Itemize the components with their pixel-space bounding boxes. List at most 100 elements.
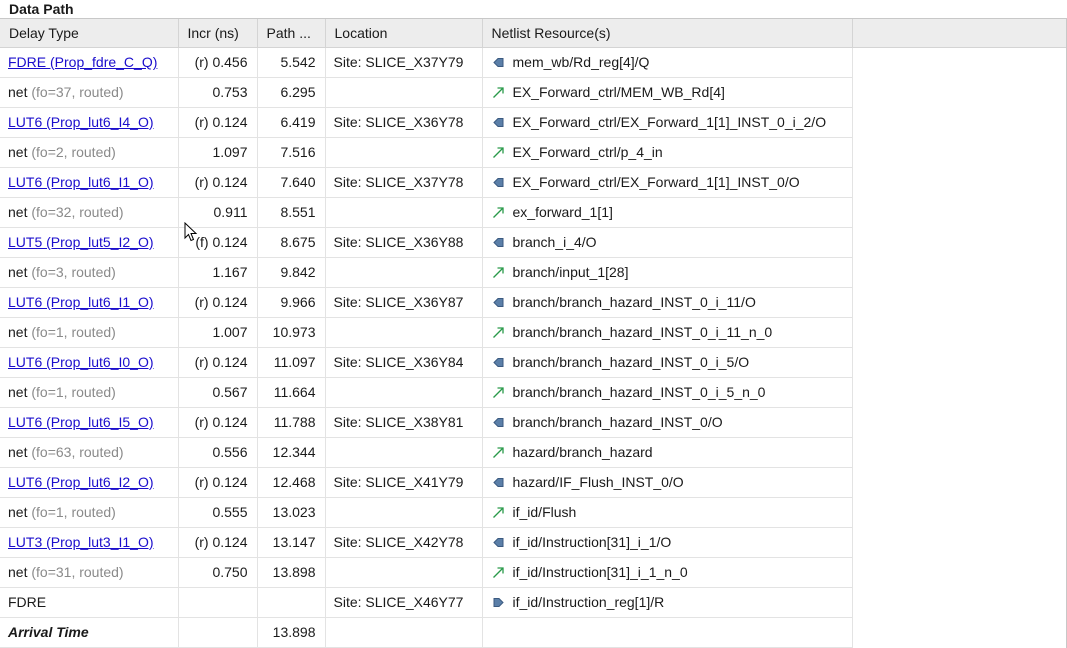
table-row[interactable]: LUT6 (Prop_lut6_I1_O) (r) 0.124 9.966 Site:…: [0, 287, 1066, 318]
net-arrow-icon: [492, 264, 513, 280]
delay-type-link[interactable]: LUT6 (Prop_lut6_I1_O): [8, 174, 154, 190]
table-row[interactable]: net (fo=1, routed) 1.007 10.973 branch/bran…: [0, 317, 1066, 348]
netlist-resource-label[interactable]: EX_Forward_ctrl/EX_Forward_1[1]_INST_0/O: [513, 174, 800, 190]
incr-cell: (f) 0.124: [178, 227, 258, 258]
table-row[interactable]: Arrival Time 13.898: [0, 617, 1066, 648]
delay-type-link[interactable]: LUT6 (Prop_lut6_I4_O): [8, 114, 154, 130]
location-cell: Site: SLICE_X41Y79: [325, 467, 483, 498]
table-row[interactable]: net (fo=1, routed) 0.555 13.023 if_id/Flush: [0, 497, 1066, 528]
table-body: FDRE (Prop_fdre_C_Q) (r) 0.456 5.542 Site: …: [0, 47, 1066, 648]
column-header-location[interactable]: Location: [325, 19, 483, 48]
path-cell: 12.344: [257, 437, 326, 468]
data-path-table-container: Delay Type Incr (ns) Path ... Location N…: [0, 18, 1067, 648]
incr-cell: 0.567: [178, 377, 258, 408]
delay-type-link[interactable]: LUT3 (Prop_lut3_I1_O): [8, 534, 154, 550]
path-cell: 13.023: [257, 497, 326, 528]
output-pin-icon: [492, 534, 513, 550]
delay-type-link[interactable]: LUT5 (Prop_lut5_I2_O): [8, 234, 154, 250]
table-row[interactable]: net (fo=2, routed) 1.097 7.516 EX_Forward_c…: [0, 137, 1066, 168]
output-pin-icon: [492, 54, 513, 70]
fanout-info: (fo=37, routed): [31, 84, 124, 100]
delay-type-cell[interactable]: LUT3 (Prop_lut3_I1_O): [0, 527, 179, 558]
netlist-resource-cell: branch/branch_hazard_INST_0_i_11_n_0: [482, 317, 853, 348]
filler-cell: [852, 587, 1066, 617]
table-row[interactable]: net (fo=1, routed) 0.567 11.664 branch/bran…: [0, 377, 1066, 408]
netlist-resource-label[interactable]: branch/branch_hazard_INST_0_i_11_n_0: [513, 324, 773, 340]
delay-type-link[interactable]: FDRE (Prop_fdre_C_Q): [8, 54, 157, 70]
incr-cell: [178, 617, 258, 648]
netlist-resource-label[interactable]: mem_wb/Rd_reg[4]/Q: [513, 54, 650, 70]
table-row[interactable]: FDRE Site: SLICE_X46Y77 if_id/Instruction_…: [0, 587, 1066, 618]
delay-type-cell[interactable]: FDRE (Prop_fdre_C_Q): [0, 47, 179, 78]
delay-type-label: net: [8, 84, 28, 100]
arrival-time-label: Arrival Time: [8, 624, 89, 640]
column-header-path[interactable]: Path ...: [257, 19, 326, 48]
delay-type-cell[interactable]: LUT5 (Prop_lut5_I2_O): [0, 227, 179, 258]
fanout-info: (fo=63, routed): [31, 444, 124, 460]
table-row[interactable]: LUT6 (Prop_lut6_I5_O) (r) 0.124 11.788 Site…: [0, 407, 1066, 438]
netlist-resource-label[interactable]: hazard/IF_Flush_INST_0/O: [513, 474, 684, 490]
netlist-resource-label[interactable]: if_id/Flush: [513, 504, 577, 520]
filler-cell: [852, 47, 1066, 77]
table-row[interactable]: FDRE (Prop_fdre_C_Q) (r) 0.456 5.542 Site: …: [0, 47, 1066, 78]
fanout-info: (fo=2, routed): [31, 144, 116, 160]
netlist-resource-label[interactable]: if_id/Instruction_reg[1]/R: [513, 594, 665, 610]
delay-type-cell[interactable]: LUT6 (Prop_lut6_I4_O): [0, 107, 179, 138]
netlist-resource-label[interactable]: ex_forward_1[1]: [513, 204, 613, 220]
table-row[interactable]: net (fo=32, routed) 0.911 8.551 ex_forward_…: [0, 197, 1066, 228]
net-arrow-icon: [492, 84, 513, 100]
netlist-resource-label[interactable]: EX_Forward_ctrl/EX_Forward_1[1]_INST_0_i…: [513, 114, 827, 130]
location-cell: [325, 557, 483, 588]
table-row[interactable]: net (fo=3, routed) 1.167 9.842 branch/input…: [0, 257, 1066, 288]
netlist-resource-label[interactable]: branch/branch_hazard_INST_0_i_5/O: [513, 354, 750, 370]
filler-cell: [852, 197, 1066, 227]
table-row[interactable]: LUT6 (Prop_lut6_I0_O) (r) 0.124 11.097 Site…: [0, 347, 1066, 378]
netlist-resource-cell: mem_wb/Rd_reg[4]/Q: [482, 47, 853, 78]
incr-cell: (r) 0.456: [178, 47, 258, 78]
netlist-resource-label[interactable]: branch/branch_hazard_INST_0_i_5_n_0: [513, 384, 766, 400]
delay-type-cell[interactable]: LUT6 (Prop_lut6_I0_O): [0, 347, 179, 378]
location-cell: [325, 257, 483, 288]
output-pin-icon: [492, 474, 513, 490]
filler-cell: [852, 437, 1066, 467]
location-cell: [325, 317, 483, 348]
location-cell: Site: SLICE_X36Y88: [325, 227, 483, 258]
netlist-resource-cell: branch_i_4/O: [482, 227, 853, 258]
table-row[interactable]: LUT6 (Prop_lut6_I2_O) (r) 0.124 12.468 Site…: [0, 467, 1066, 498]
delay-type-cell[interactable]: LUT6 (Prop_lut6_I5_O): [0, 407, 179, 438]
table-row[interactable]: net (fo=31, routed) 0.750 13.898 if_id/Inst…: [0, 557, 1066, 588]
filler-cell: [852, 407, 1066, 437]
column-header-incr[interactable]: Incr (ns): [178, 19, 258, 48]
filler-cell: [852, 317, 1066, 347]
incr-cell: (r) 0.124: [178, 407, 258, 438]
table-row[interactable]: net (fo=37, routed) 0.753 6.295 EX_Forward_…: [0, 77, 1066, 108]
netlist-resource-label[interactable]: branch/branch_hazard_INST_0/O: [513, 414, 723, 430]
delay-type-cell[interactable]: LUT6 (Prop_lut6_I1_O): [0, 167, 179, 198]
header-row: Delay Type Incr (ns) Path ... Location N…: [0, 19, 1066, 48]
netlist-resource-label[interactable]: branch/branch_hazard_INST_0_i_11/O: [513, 294, 756, 310]
delay-type-cell[interactable]: LUT6 (Prop_lut6_I2_O): [0, 467, 179, 498]
delay-type-link[interactable]: LUT6 (Prop_lut6_I0_O): [8, 354, 154, 370]
delay-type-label: net: [8, 144, 28, 160]
netlist-resource-label[interactable]: branch/input_1[28]: [513, 264, 629, 280]
delay-type-cell[interactable]: LUT6 (Prop_lut6_I1_O): [0, 287, 179, 318]
netlist-resource-label[interactable]: hazard/branch_hazard: [513, 444, 653, 460]
delay-type-link[interactable]: LUT6 (Prop_lut6_I1_O): [8, 294, 154, 310]
table-row[interactable]: LUT5 (Prop_lut5_I2_O) (f) 0.124 8.675 Site:…: [0, 227, 1066, 258]
delay-type-link[interactable]: LUT6 (Prop_lut6_I2_O): [8, 474, 154, 490]
netlist-resource-label[interactable]: EX_Forward_ctrl/p_4_in: [513, 144, 663, 160]
netlist-resource-label[interactable]: if_id/Instruction[31]_i_1/O: [513, 534, 672, 550]
table-row[interactable]: LUT3 (Prop_lut3_I1_O) (r) 0.124 13.147 Site…: [0, 527, 1066, 558]
netlist-resource-label[interactable]: branch_i_4/O: [513, 234, 597, 250]
column-header-delay-type[interactable]: Delay Type: [0, 19, 179, 48]
netlist-resource-label[interactable]: EX_Forward_ctrl/MEM_WB_Rd[4]: [513, 84, 725, 100]
net-arrow-icon: [492, 444, 513, 460]
delay-type-link[interactable]: LUT6 (Prop_lut6_I5_O): [8, 414, 154, 430]
column-header-netlist-resources[interactable]: Netlist Resource(s): [482, 19, 853, 48]
delay-type-cell: net (fo=32, routed): [0, 197, 179, 228]
netlist-resource-label[interactable]: if_id/Instruction[31]_i_1_n_0: [513, 564, 688, 580]
table-row[interactable]: net (fo=63, routed) 0.556 12.344 hazard/bra…: [0, 437, 1066, 468]
table-row[interactable]: LUT6 (Prop_lut6_I1_O) (r) 0.124 7.640 Site:…: [0, 167, 1066, 198]
incr-cell: (r) 0.124: [178, 347, 258, 378]
table-row[interactable]: LUT6 (Prop_lut6_I4_O) (r) 0.124 6.419 Site:…: [0, 107, 1066, 138]
